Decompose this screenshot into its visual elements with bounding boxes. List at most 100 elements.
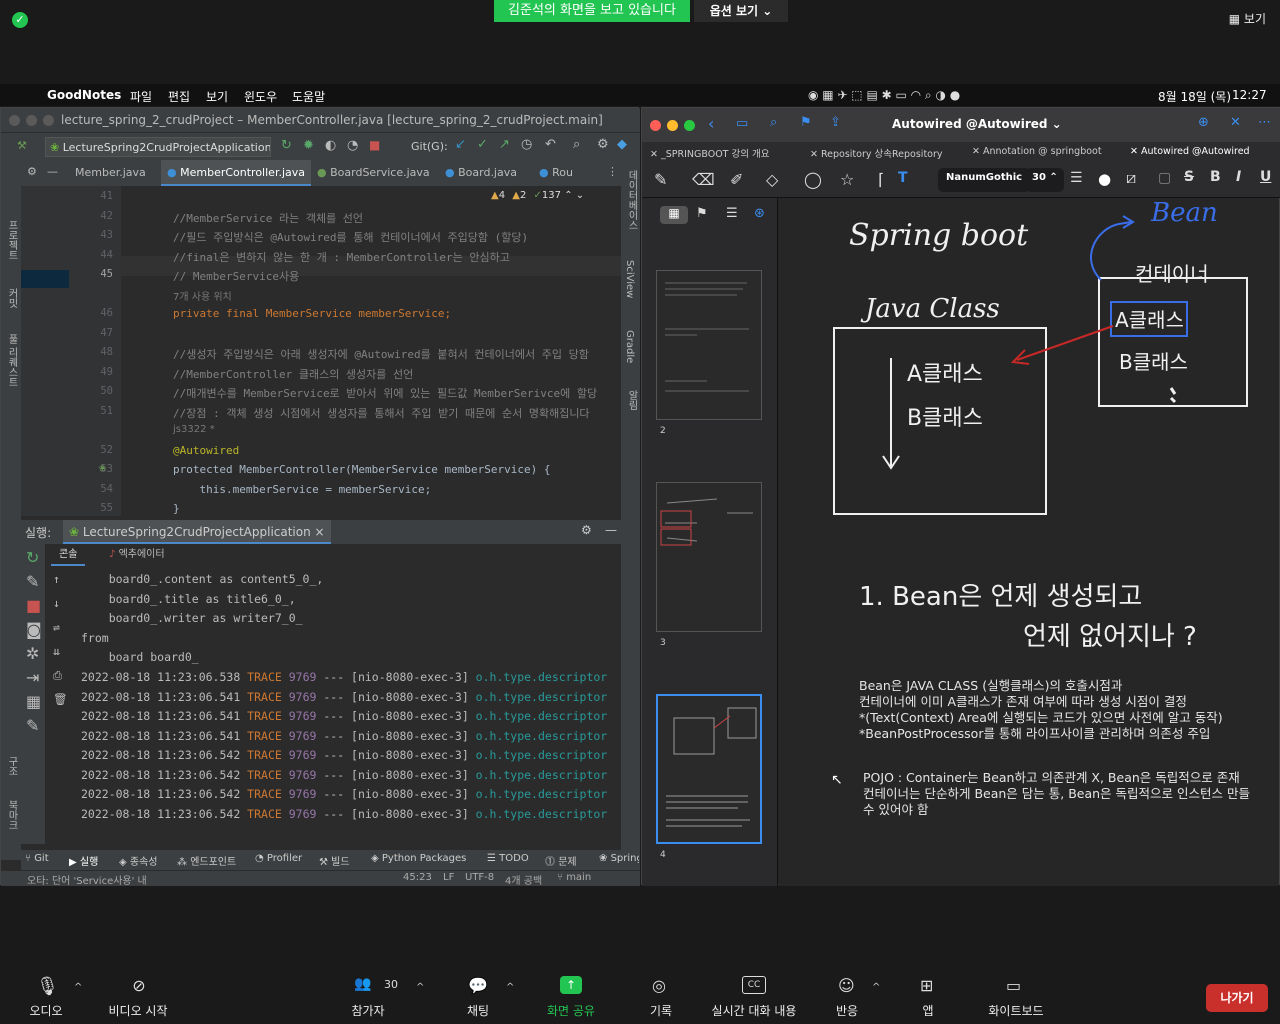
bookmark-icon[interactable]: ⚑ (800, 115, 812, 130)
window-controls[interactable] (9, 115, 60, 129)
trace-cls[interactable]: o.h.type.descriptor (469, 748, 608, 762)
print-icon[interactable]: ⎙ (53, 668, 62, 683)
sidebar-icon[interactable]: ▭ (736, 116, 748, 131)
pin-icon[interactable]: ✎ (26, 716, 39, 735)
more-icon[interactable]: ⋯ (1258, 115, 1271, 130)
project-tool[interactable]: 프로젝트 (4, 220, 19, 260)
console-tab[interactable]: 콘솔 (51, 544, 86, 566)
sticker-icon[interactable]: ☆ (840, 170, 854, 189)
reactions-button[interactable]: ☺ 반응 (830, 976, 864, 1019)
trace-cls[interactable]: o.h.type.descriptor (469, 807, 608, 821)
settings-icon[interactable]: ⚙ (581, 523, 592, 537)
tab-autowired[interactable]: ✕ Autowired @Autowired (1130, 146, 1250, 157)
grid-view-icon[interactable]: ▦ (660, 206, 688, 224)
back-icon[interactable]: ‹ (708, 114, 714, 133)
italic-icon[interactable]: I (1236, 169, 1241, 185)
rerun-icon[interactable]: ↻ (26, 548, 39, 567)
video-button[interactable]: ⊘ 비디오 시작 (100, 976, 176, 1019)
trace-cls[interactable]: o.h.type.descriptor (469, 709, 608, 723)
indent-setting[interactable]: 4개 공백 (505, 872, 542, 887)
window-controls[interactable] (650, 116, 701, 135)
leave-button[interactable]: 나가기 (1206, 984, 1268, 1012)
align-icon[interactable]: ☰ (1070, 170, 1083, 186)
git-push-icon[interactable]: ↗ (499, 137, 510, 152)
tab-board-service-java[interactable]: ● BoardService.java (311, 160, 439, 186)
tab-member-java[interactable]: Member.java (69, 160, 161, 186)
git-tool[interactable]: ⑂ Git (25, 853, 49, 864)
notifications-tool[interactable]: 알림 (624, 390, 639, 410)
pen-icon[interactable]: ✎ (654, 170, 667, 189)
whiteboard-button[interactable]: ▭ 화이트보드 (982, 976, 1050, 1019)
author-hint[interactable]: js3322 * (173, 424, 215, 435)
outline-icon[interactable]: ☰ (726, 206, 738, 221)
history-icon[interactable]: ◷ (521, 137, 532, 152)
text-tool-icon[interactable]: T (898, 170, 908, 186)
file-encoding[interactable]: UTF-8 (465, 872, 494, 883)
profiler-tool[interactable]: ◔ Profiler (255, 853, 302, 864)
bookmarks-tool[interactable]: 북마크 (4, 800, 19, 830)
scroll-up-icon[interactable]: ↑ (53, 572, 60, 586)
sciview-tool[interactable]: SciView (624, 260, 635, 298)
camera-icon[interactable]: ◙ (26, 620, 42, 639)
console-output[interactable]: ↑ ↓ ⇌ ⇊ ⎙ 🗑 board0_.content as content5_… (45, 566, 621, 846)
inspection-widget[interactable]: ▲4 ▲2 ✓137 ⌃ ⌄ (491, 190, 584, 201)
tab-member-controller-java[interactable]: ● MemberController.java × (161, 160, 311, 205)
spring-bean-icon[interactable]: ❀ (99, 461, 106, 474)
audio-button[interactable]: 🎙 오디오 (24, 976, 68, 1019)
record-button[interactable]: ◎ 기록 (644, 976, 678, 1019)
reactions-chevron-icon[interactable]: ^ (872, 982, 880, 993)
shield-icon[interactable]: ✓ (12, 12, 28, 28)
trace-cls[interactable]: o.h.type.descriptor (469, 690, 608, 704)
scroll-down-icon[interactable]: ↓ (53, 596, 60, 610)
profile-icon[interactable]: ◔ (347, 138, 358, 153)
menu-file[interactable]: 파일 (130, 88, 152, 105)
actuator-tab[interactable]: ♪ 엑추에이터 (101, 544, 173, 566)
participants-chevron-icon[interactable]: ^ (416, 982, 424, 993)
view-options-button[interactable]: 옵션 보기 ⌄ (694, 0, 788, 22)
chat-chevron-icon[interactable]: ^ (506, 982, 514, 993)
underline-icon[interactable]: U (1260, 169, 1271, 185)
note-page[interactable]: Spring boot Bean 컨테이너 Java Class A클래스 B클… (779, 198, 1279, 886)
wrench-icon[interactable]: ✎ (26, 572, 39, 591)
add-page-icon[interactable]: ⊕ (1198, 115, 1209, 130)
minimize-icon[interactable]: — (47, 165, 58, 178)
git-commit-icon[interactable]: ✓ (477, 137, 488, 152)
trace-cls[interactable]: o.h.type.descriptor (469, 768, 608, 782)
page-thumbnail-2[interactable] (656, 270, 762, 420)
run-tool[interactable]: ▶ 실행 (69, 853, 98, 868)
todo-tool[interactable]: ☰ TODO (487, 853, 529, 864)
page-thumbnail-3[interactable] (656, 482, 762, 632)
pull-requests-tool[interactable]: 풀 리퀘스트 (4, 334, 19, 387)
audio-options-chevron-icon[interactable]: ^ (74, 982, 82, 993)
menu-edit[interactable]: 편집 (168, 88, 190, 105)
page-thumbnail-4[interactable] (656, 694, 762, 844)
python-packages-tool[interactable]: ◈ Python Packages (371, 853, 466, 864)
minimize-icon[interactable]: — (605, 523, 617, 537)
status-icons[interactable]: ◉ ▦ ✈ ⬚ ▤ ✱ ▭ ◠ ⌕ ◑ ● (808, 88, 960, 103)
app-menu[interactable]: GoodNotes (47, 88, 121, 102)
line-separator[interactable]: LF (443, 872, 454, 883)
apps-button[interactable]: ⊞ 앱 (914, 976, 942, 1019)
menu-help[interactable]: 도움말 (292, 88, 325, 105)
tab-board-java[interactable]: ● Board.java (439, 160, 533, 186)
commit-tool[interactable]: 커밋 (4, 288, 19, 308)
run-icon[interactable]: ↻ (281, 138, 292, 153)
color-icon[interactable]: ● (1098, 170, 1111, 188)
debug-icon[interactable]: ✹ (303, 138, 314, 153)
captions-button[interactable]: CC 실시간 대화 내용 (704, 976, 804, 1019)
endpoints-tool[interactable]: ⁂ 엔드포인트 (177, 853, 236, 868)
tab-repository[interactable]: ✕ Repository 상속Repository (810, 146, 943, 160)
tab-menu-icon[interactable]: ⋮ (607, 165, 618, 178)
rollback-icon[interactable]: ↶ (545, 137, 556, 152)
menu-view[interactable]: 보기 (206, 88, 228, 105)
database-tool[interactable]: 데이터베이스 (624, 170, 639, 230)
shape-icon[interactable]: ◇ (766, 170, 778, 189)
close-icon[interactable]: ✕ (1230, 115, 1241, 130)
dependencies-tool[interactable]: ◈ 종속성 (119, 853, 158, 868)
stop-icon[interactable]: ■ (369, 138, 380, 152)
strikethrough-icon[interactable]: S (1184, 169, 1194, 185)
sync-icon[interactable]: ⊛ (754, 206, 765, 221)
no-fill-icon[interactable]: ⧄ (1126, 168, 1136, 188)
chat-button[interactable]: 💬 채팅 (460, 976, 496, 1019)
trash-icon[interactable]: 🗑 (53, 692, 68, 706)
